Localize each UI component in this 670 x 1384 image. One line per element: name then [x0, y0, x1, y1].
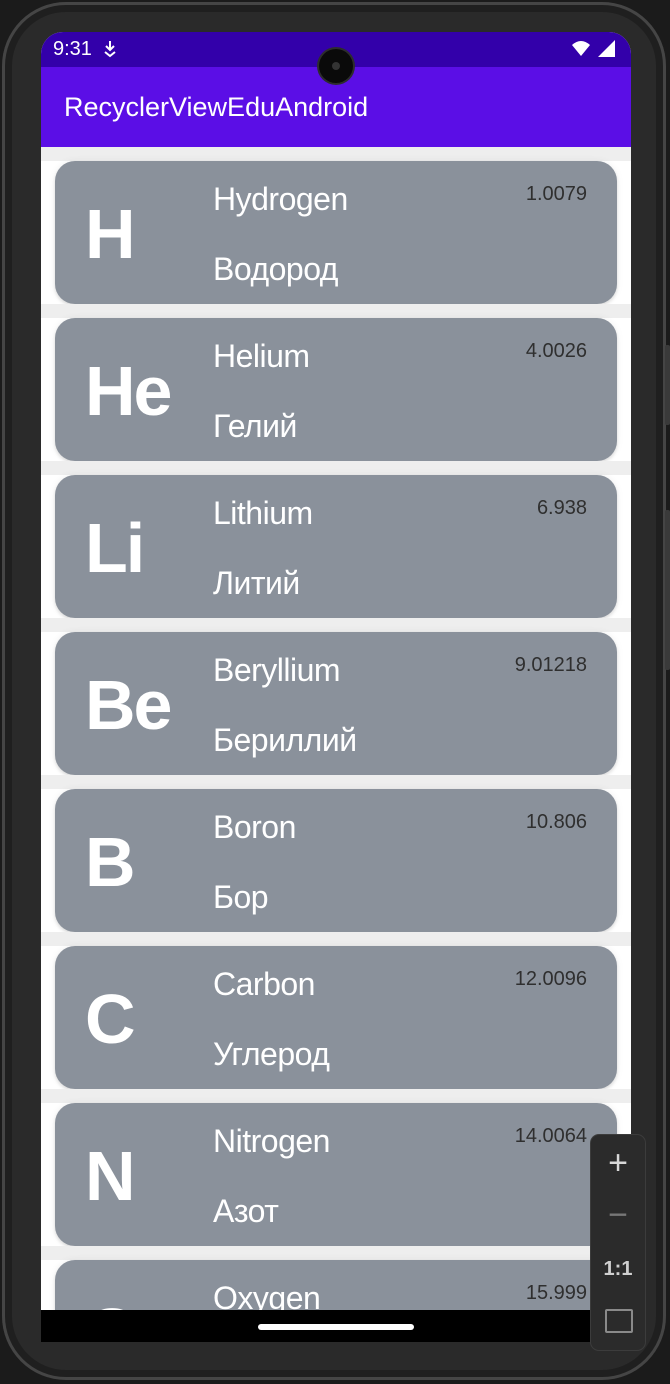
power-button	[665, 510, 670, 670]
list-item[interactable]: N Nitrogen Азот 14.0064	[55, 1103, 617, 1246]
phone-screen: 9:31 RecyclerViewEduAndroid H Hydrogen В…	[41, 32, 631, 1342]
wifi-icon	[572, 41, 590, 56]
list-item[interactable]: C Carbon Углерод 12.0096	[55, 946, 617, 1089]
element-name-en: Nitrogen	[213, 1123, 330, 1159]
status-time: 9:31	[53, 38, 92, 60]
list-item[interactable]: He Helium Гелий 4.0026	[55, 318, 617, 461]
element-symbol: N	[85, 1137, 136, 1215]
row-divider	[41, 461, 631, 475]
list-item[interactable]: O Oxygen 15.999	[55, 1260, 617, 1310]
element-name-ru: Водород	[213, 251, 338, 287]
element-name-ru: Углерод	[213, 1036, 330, 1072]
signal-icon	[598, 40, 615, 57]
element-symbol: H	[85, 195, 136, 273]
row-divider	[41, 1246, 631, 1260]
row-divider	[41, 304, 631, 318]
element-name-ru: Гелий	[213, 408, 297, 444]
element-name-en: Boron	[213, 809, 296, 845]
element-name-en: Beryllium	[213, 652, 341, 688]
zoom-in-button[interactable]: +	[591, 1137, 645, 1189]
element-name-en: Lithium	[213, 495, 313, 531]
element-name-en: Oxygen	[213, 1280, 321, 1310]
fit-screen-button[interactable]	[591, 1295, 645, 1347]
volume-button	[665, 345, 670, 425]
element-symbol: He	[85, 352, 172, 430]
element-mass: 15.999	[525, 1282, 587, 1304]
row-divider	[41, 147, 631, 161]
element-symbol: Be	[85, 666, 172, 744]
fit-screen-icon	[605, 1309, 633, 1333]
download-icon	[104, 41, 116, 58]
list-item[interactable]: Be Beryllium Бериллий 9.01218	[55, 632, 617, 775]
row-divider	[41, 618, 631, 632]
list-item[interactable]: B Boron Бор 10.806	[55, 789, 617, 932]
element-name-en: Hydrogen	[213, 181, 348, 217]
home-gesture-handle[interactable]	[258, 1324, 414, 1330]
emulator-zoom-panel: + − 1:1	[591, 1135, 645, 1350]
element-mass: 4.0026	[525, 340, 587, 362]
element-list[interactable]: H Hydrogen Водород 1.0079 He Helium Гели…	[41, 147, 631, 1310]
zoom-out-button[interactable]: −	[591, 1189, 645, 1241]
row-divider	[41, 775, 631, 789]
element-mass: 10.806	[525, 811, 587, 833]
element-mass: 6.938	[536, 497, 587, 519]
element-symbol: B	[85, 823, 136, 901]
wifi-signal-icons	[572, 40, 615, 57]
element-name-ru: Азот	[213, 1193, 279, 1229]
element-mass: 12.0096	[514, 968, 587, 990]
element-name-en: Carbon	[213, 966, 315, 1002]
element-name-ru: Бериллий	[213, 722, 357, 758]
element-symbol: Li	[85, 509, 145, 587]
list-item[interactable]: H Hydrogen Водород 1.0079	[55, 161, 617, 304]
camera-icon	[319, 49, 353, 83]
list-item[interactable]: Li Lithium Литий 6.938	[55, 475, 617, 618]
element-name-ru: Литий	[213, 565, 300, 601]
element-mass: 1.0079	[525, 183, 587, 205]
app-title: RecyclerViewEduAndroid	[64, 92, 369, 122]
element-symbol: O	[85, 1298, 139, 1310]
element-mass: 9.01218	[514, 654, 587, 676]
element-symbol: C	[85, 980, 136, 1058]
row-divider	[41, 932, 631, 946]
element-name-ru: Бор	[213, 879, 269, 915]
row-divider	[41, 1089, 631, 1103]
element-name-en: Helium	[213, 338, 310, 374]
actual-size-button[interactable]: 1:1	[591, 1243, 645, 1295]
navigation-bar	[41, 1310, 631, 1342]
element-mass: 14.0064	[514, 1125, 587, 1147]
